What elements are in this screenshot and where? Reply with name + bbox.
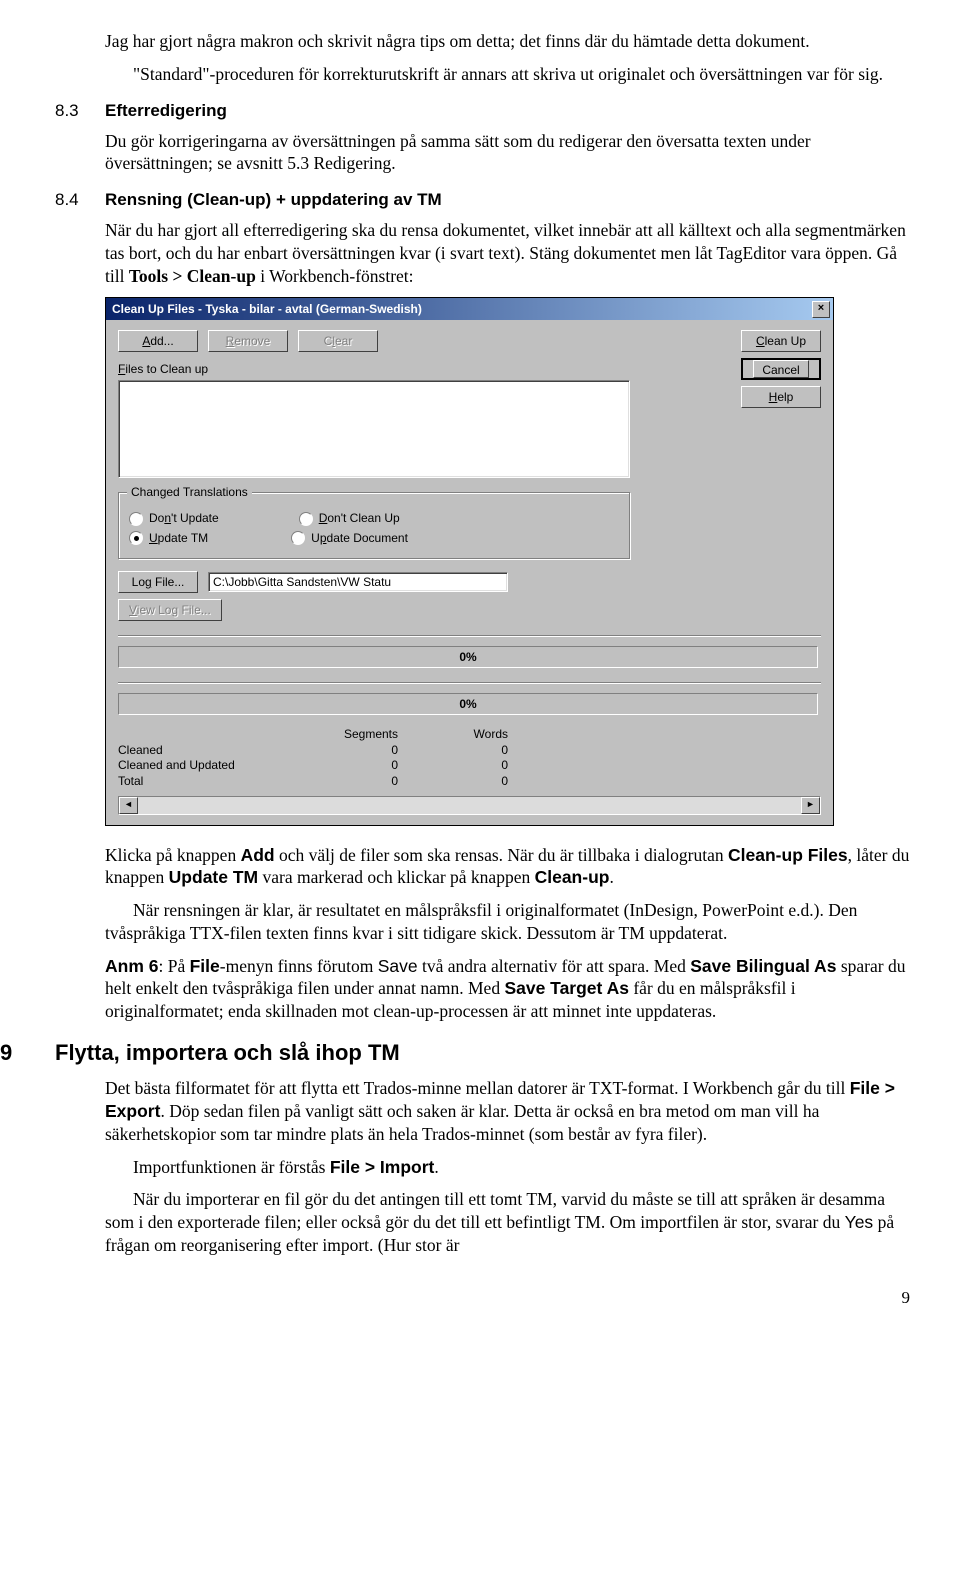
sec9-p2: Importfunktionen är förstås File > Impor… <box>105 1156 910 1179</box>
radio-dont-update[interactable]: Don't Update <box>129 511 219 527</box>
intro-p2: "Standard"-proceduren för korrekturutskr… <box>105 63 910 86</box>
t: Add <box>241 845 275 865</box>
close-icon[interactable]: × <box>812 301 830 318</box>
horizontal-scrollbar[interactable]: ◄ ► <box>118 796 821 815</box>
row-words: 0 <box>428 743 508 759</box>
radio-update-tm[interactable]: Update TM <box>129 531 208 547</box>
dialog-titlebar[interactable]: Clean Up Files - Tyska - bilar - avtal (… <box>106 298 833 320</box>
summary-row: Total 0 0 <box>118 774 508 790</box>
row-label: Cleaned and Updated <box>118 758 298 774</box>
help-button[interactable]: Help <box>741 386 821 408</box>
t: File > Import <box>330 1157 435 1177</box>
progress-bar-1: 0% <box>118 646 818 668</box>
logfile-path[interactable]: C:\Jobb\Gitta Sandsten\VW Statu <box>208 572 508 592</box>
hdr-words: Words <box>428 727 508 743</box>
section-8-3-heading: 8.3 Efterredigering <box>55 100 910 122</box>
changed-translations-group: Changed Translations Don't Update Don't … <box>118 492 630 559</box>
cancel-button[interactable]: Cancel <box>741 358 821 380</box>
clear-button[interactable]: Clear <box>298 330 378 352</box>
section-title-9: Flytta, importera och slå ihop TM <box>55 1039 400 1068</box>
scroll-right-icon[interactable]: ► <box>801 797 820 814</box>
summary-row: Cleaned and Updated 0 0 <box>118 758 508 774</box>
add-button[interactable]: Add... <box>118 330 198 352</box>
t: . <box>609 867 613 887</box>
t: Clean-up <box>535 867 610 887</box>
scroll-left-icon[interactable]: ◄ <box>119 797 138 814</box>
row-label: Total <box>118 774 298 790</box>
section-num-9: 9 <box>0 1039 55 1068</box>
sec84-p1: När du har gjort all efterredigering ska… <box>105 219 910 287</box>
page-number: 9 <box>55 1287 910 1309</box>
t: . Döp sedan filen på vanligt sätt och sa… <box>105 1101 819 1144</box>
row-words: 0 <box>428 774 508 790</box>
t: Importfunktionen är förstås <box>133 1157 330 1177</box>
t: Save Bilingual As <box>690 956 836 976</box>
files-listbox[interactable] <box>118 380 630 478</box>
remove-button[interactable]: Remove <box>208 330 288 352</box>
files-label: Files to Clean up <box>118 362 821 378</box>
section-title-83: Efterredigering <box>105 100 227 122</box>
row-seg: 0 <box>298 774 428 790</box>
t: två andra alternativ för att spara. Med <box>418 956 691 976</box>
radio-dont-cleanup[interactable]: Don't Clean Up <box>299 511 400 527</box>
after-p2: När rensningen är klar, är resultatet en… <box>105 899 910 945</box>
section-num-83: 8.3 <box>55 100 105 122</box>
t: vara markerad och klickar på knappen <box>258 867 534 887</box>
row-seg: 0 <box>298 743 428 759</box>
radio-update-document[interactable]: Update Document <box>291 531 408 547</box>
logfile-button[interactable]: Log File... <box>118 571 198 593</box>
t: Anm 6 <box>105 956 158 976</box>
t: Clean-up Files <box>728 845 848 865</box>
t: Update TM <box>169 867 258 887</box>
row-words: 0 <box>428 758 508 774</box>
section-title-84: Rensning (Clean-up) + uppdatering av TM <box>105 189 442 211</box>
intro-p1: Jag har gjort några makron och skrivit n… <box>105 30 910 53</box>
t: Det bästa filformatet för att flytta ett… <box>105 1078 850 1098</box>
viewlog-button[interactable]: View Log File... <box>118 599 222 621</box>
section-8-4-heading: 8.4 Rensning (Clean-up) + uppdatering av… <box>55 189 910 211</box>
after-p1: Klicka på knappen Add och välj de filer … <box>105 844 910 890</box>
t: Yes <box>845 1212 874 1232</box>
group-legend: Changed Translations <box>127 485 252 501</box>
cleanup-button[interactable]: Clean Up <box>741 330 821 352</box>
t: : På <box>158 956 189 976</box>
t: Klicka på knappen <box>105 845 241 865</box>
section-9-heading: 9 Flytta, importera och slå ihop TM <box>55 1039 910 1068</box>
t: File <box>190 956 220 976</box>
t: och välj de filer som ska rensas. När du… <box>275 845 728 865</box>
cleanup-dialog: Clean Up Files - Tyska - bilar - avtal (… <box>105 297 834 825</box>
t: Save Target As <box>504 978 629 998</box>
dialog-title: Clean Up Files - Tyska - bilar - avtal (… <box>112 302 422 318</box>
progress-1-label: 0% <box>119 647 817 667</box>
row-label: Cleaned <box>118 743 298 759</box>
progress-bar-2: 0% <box>118 693 818 715</box>
sec9-p3: När du importerar en fil gör du det anti… <box>105 1188 910 1256</box>
t: Save <box>378 956 418 976</box>
summary-row: Cleaned 0 0 <box>118 743 508 759</box>
section-num-84: 8.4 <box>55 189 105 211</box>
sec84-p1c: i Workbench-fönstret: <box>256 266 414 286</box>
sec9-p1: Det bästa filformatet för att flytta ett… <box>105 1077 910 1145</box>
sec83-body: Du gör korrigeringarna av översättningen… <box>105 130 910 176</box>
sec84-p1b: Tools > Clean-up <box>129 266 256 286</box>
progress-2-label: 0% <box>119 694 817 714</box>
summary-table: Segments Words Cleaned 0 0 Cleaned and U… <box>118 727 508 789</box>
row-seg: 0 <box>298 758 428 774</box>
hdr-segments: Segments <box>298 727 428 743</box>
t: -menyn finns förutom <box>220 956 378 976</box>
anm6: Anm 6: På File-menyn finns förutom Save … <box>105 955 910 1023</box>
t: . <box>434 1157 438 1177</box>
t: När du importerar en fil gör du det anti… <box>105 1189 885 1232</box>
